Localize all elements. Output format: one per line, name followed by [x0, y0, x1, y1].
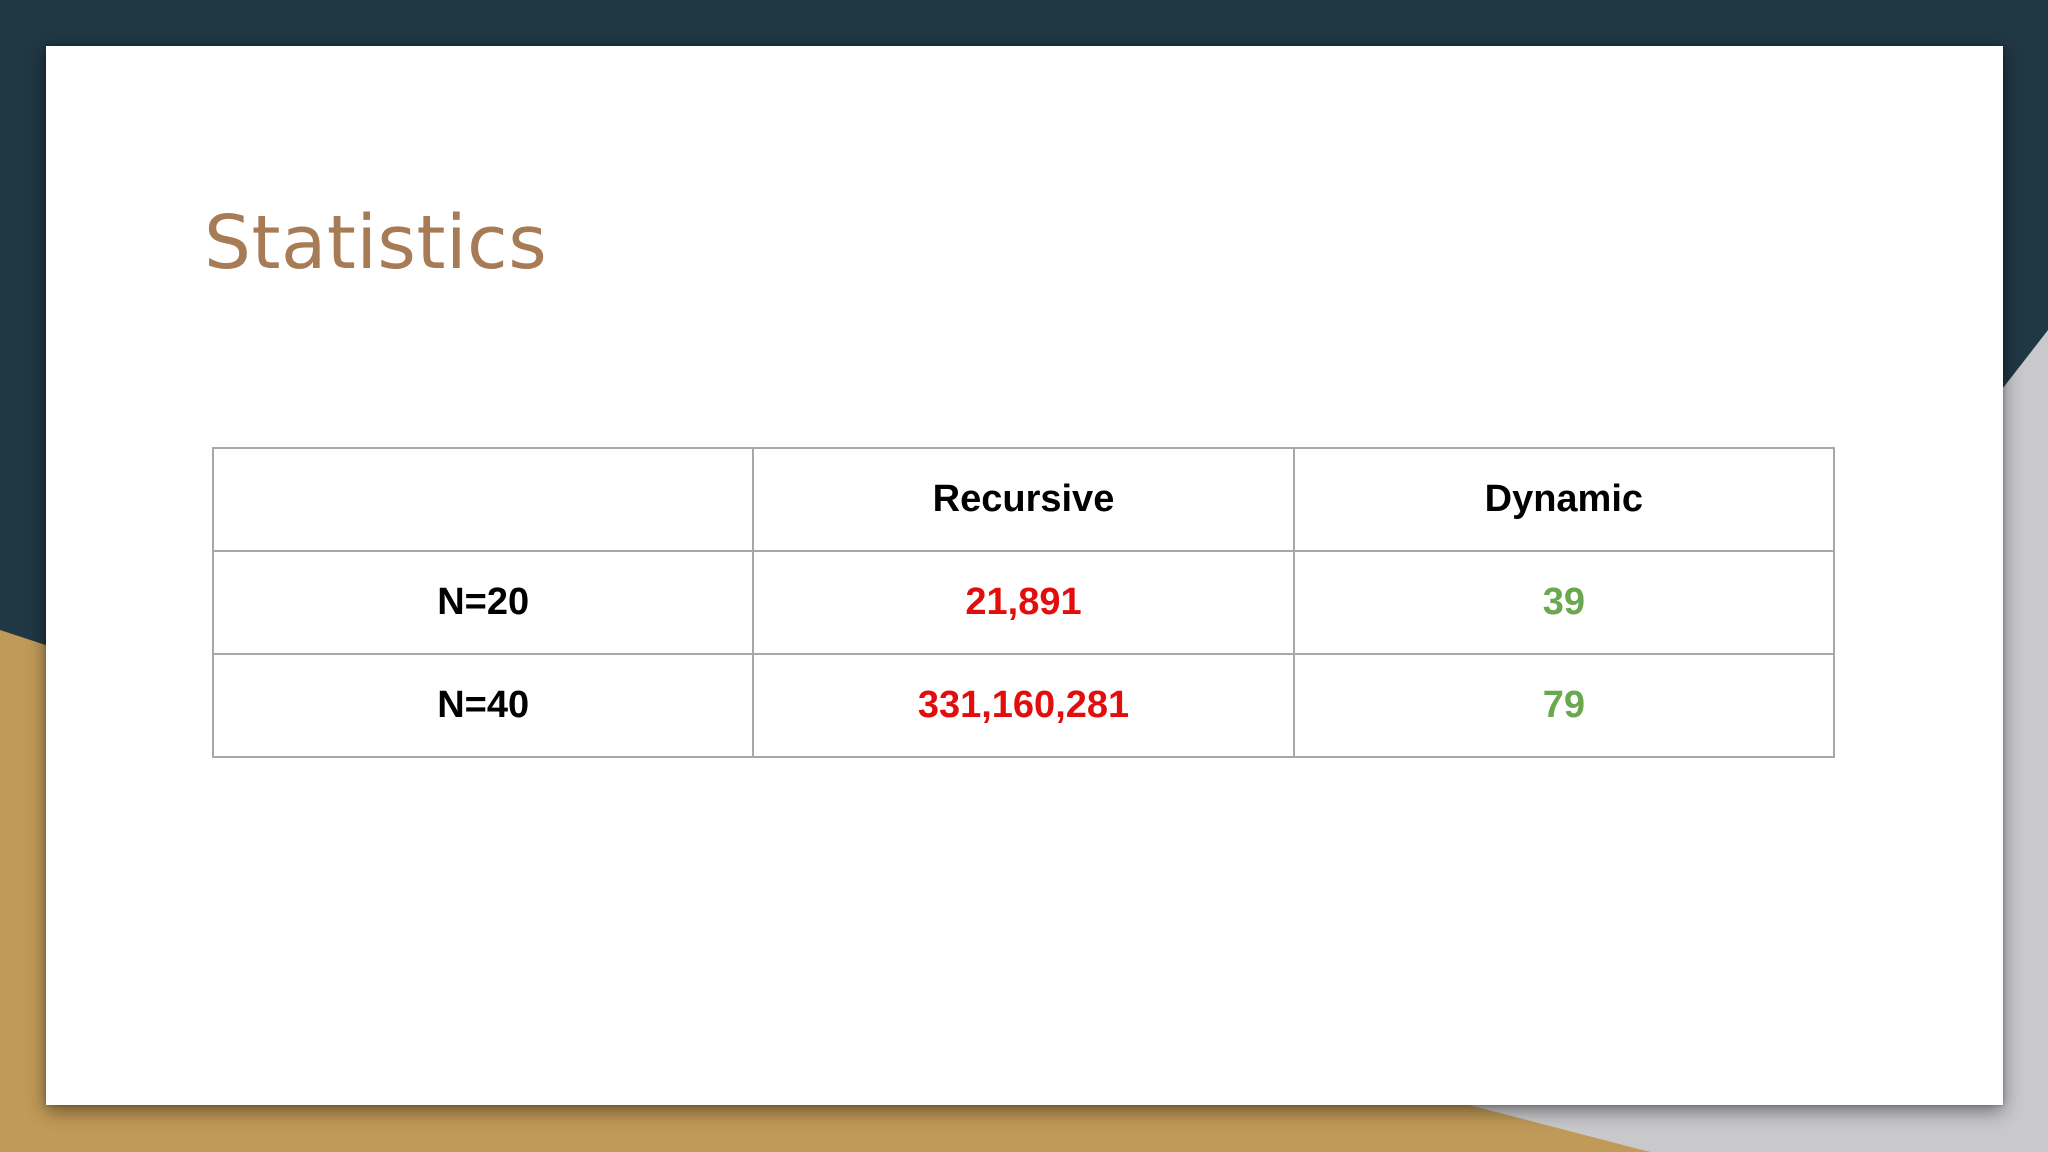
header-cell-dynamic: Dynamic	[1292, 447, 1836, 552]
slide-canvas: Statistics Recursive Dynamic N=20 21,891…	[46, 46, 2003, 1105]
recursive-value-cell: 331,160,281	[752, 653, 1295, 758]
dynamic-value-cell: 79	[1292, 653, 1836, 758]
row-label-cell: N=40	[211, 653, 755, 758]
row-label-cell: N=20	[211, 550, 755, 655]
statistics-table: Recursive Dynamic N=20 21,891 39 N=40 33…	[211, 447, 1836, 758]
dynamic-value-cell: 39	[1292, 550, 1836, 655]
slide-title: Statistics	[204, 200, 548, 286]
recursive-value-cell: 21,891	[752, 550, 1295, 655]
table-row: N=40 331,160,281 79	[211, 653, 1836, 758]
table-row: N=20 21,891 39	[211, 550, 1836, 655]
header-cell-empty	[211, 447, 755, 552]
header-cell-recursive: Recursive	[752, 447, 1295, 552]
table-header-row: Recursive Dynamic	[211, 447, 1836, 552]
